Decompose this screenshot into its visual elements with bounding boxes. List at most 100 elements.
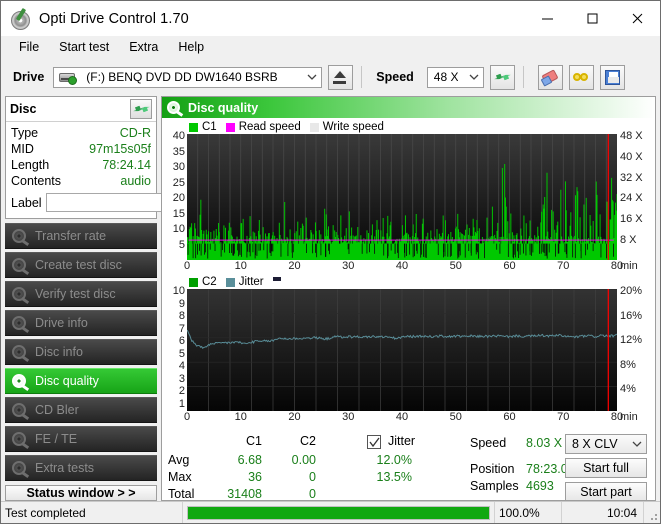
toolbar-divider-2 [522, 66, 524, 88]
stats-max-c2: 0 [309, 470, 316, 484]
c2-y2tick: 20% [620, 285, 643, 297]
window-title: Opti Drive Control 1.70 [39, 10, 189, 27]
refresh-button[interactable] [489, 64, 515, 90]
start-part-button[interactable]: Start part [565, 482, 647, 500]
x-tick-label: 60 [503, 260, 516, 272]
c1-chart-legend: C1 Read speed Write speed [164, 120, 653, 134]
sidebar-item-label: Disc quality [35, 374, 99, 388]
c1-plot-area[interactable] [187, 134, 617, 260]
settings-button[interactable] [568, 64, 594, 90]
samples-stat-label: Samples [470, 479, 519, 493]
panel-title: Disc quality [188, 100, 259, 115]
sidebar-item-verify-test-disc[interactable]: Verify test disc [5, 281, 157, 307]
resize-grip[interactable] [644, 502, 660, 523]
x-tick-label: 50 [449, 260, 462, 272]
refresh-icon [495, 70, 510, 85]
start-full-button[interactable]: Start full [565, 458, 647, 478]
sidebar-item-transfer-rate[interactable]: Transfer rate [5, 223, 157, 249]
sidebar-item-label: Transfer rate [35, 229, 107, 243]
x-tick-label: 20 [288, 260, 301, 272]
spectacles-icon [572, 70, 590, 85]
disc-panel: Disc Type CD-R MID 97m15s05f Length 78:2… [5, 96, 251, 219]
sidebar-item-disc-quality[interactable]: Disc quality [5, 368, 157, 394]
x-tick-label: 70 [557, 260, 570, 272]
c1-y-axis: 40 35 30 25 20 15 10 5 [164, 130, 187, 260]
x-tick-label: 50 [449, 411, 462, 423]
x-axis-unit: min [620, 411, 638, 423]
erase-button[interactable] [537, 64, 563, 90]
stats-col-header-c1: C1 [246, 434, 262, 448]
disc-properties: Type CD-R MID 97m15s05f Length 78:24.14 … [6, 122, 251, 218]
eraser-icon [540, 68, 559, 87]
c1-ytick: 10 [172, 223, 185, 235]
sidebar-item-label: Extra tests [35, 461, 95, 475]
sidebar-item-fe-te[interactable]: FE / TE [5, 426, 157, 452]
x-tick-label: 70 [557, 411, 570, 423]
disc-row-length-value: 78:24.14 [102, 158, 151, 172]
x-tick-label: 60 [503, 411, 516, 423]
x-tick-label: 30 [342, 411, 355, 423]
disc-icon [11, 228, 30, 246]
menu-start-test[interactable]: Start test [49, 38, 119, 56]
sidebar-item-cd-bler[interactable]: CD Bler [5, 397, 157, 423]
disc-label-row: Label [11, 192, 251, 213]
save-icon [604, 69, 620, 85]
stats-max-jitter: 13.5% [376, 470, 412, 484]
c1-ytick: 30 [172, 161, 185, 173]
speed-stat-value: 8.03 X [526, 436, 563, 450]
legend-label-read-speed: Read speed [238, 121, 301, 133]
maximize-button[interactable] [570, 1, 615, 36]
close-button[interactable] [615, 1, 660, 36]
menu-help[interactable]: Help [168, 38, 214, 56]
x-tick-label: 30 [342, 260, 355, 272]
c2-y2tick: 16% [620, 309, 643, 322]
c1-y2tick: 8 X [620, 233, 637, 246]
legend-swatch-jitter [225, 277, 235, 287]
status-window-button[interactable]: Status window > > [5, 485, 157, 501]
speed-stat-label: Speed [470, 436, 507, 450]
panel-header: Disc quality [162, 97, 655, 118]
stats-col-header-c2: C2 [300, 434, 316, 448]
disc-row-mid-value: 97m15s05f [89, 142, 151, 156]
legend-label-write-speed: Write speed [322, 121, 384, 133]
drive-select-value: (F:) BENQ DVD DD DW1640 BSRB [86, 70, 278, 84]
c2-ytick: 5 [178, 347, 185, 360]
sidebar-item-drive-info[interactable]: Drive info [5, 310, 157, 336]
sidebar-item-disc-info[interactable]: Disc info [5, 339, 157, 365]
disc-icon [11, 460, 30, 478]
c1-ytick: 15 [172, 207, 185, 220]
write-strategy-select[interactable]: 8 X CLV [565, 434, 647, 454]
disc-panel-header: Disc [6, 97, 156, 122]
c2-y2tick: 8% [620, 358, 636, 371]
toolbar-divider-1 [361, 66, 363, 88]
c1-y2-axis: 48 X 40 X 32 X 24 X 16 X 8 X [617, 130, 653, 260]
x-tick-label: 40 [395, 411, 409, 423]
speed-select[interactable]: 48 X [426, 66, 484, 88]
c1-ytick: 25 [172, 176, 185, 189]
stats-avg-jitter: 12.0% [376, 453, 412, 467]
speed-label: Speed [376, 70, 414, 84]
eject-button[interactable] [328, 64, 354, 90]
c2-y2tick: 4% [620, 383, 636, 395]
chevron-down-icon [465, 74, 483, 81]
drive-select[interactable]: (F:) BENQ DVD DD DW1640 BSRB [53, 66, 323, 88]
sidebar-item-create-test-disc[interactable]: Create test disc [5, 252, 157, 278]
sidebar-item-extra-tests[interactable]: Extra tests [5, 455, 157, 481]
menu-extra[interactable]: Extra [119, 38, 168, 56]
disc-refresh-button[interactable] [130, 99, 152, 119]
jitter-checkbox[interactable] [367, 435, 381, 449]
c2-ytick: 4 [178, 360, 185, 372]
speed-select-value: 48 X [433, 70, 459, 84]
minimize-button[interactable] [525, 1, 570, 36]
menu-file[interactable]: File [9, 38, 49, 56]
chevron-down-icon [303, 74, 321, 81]
save-button[interactable] [599, 64, 625, 90]
window-controls [525, 1, 660, 36]
c2-plot-area[interactable] [187, 289, 617, 411]
progress-bar [187, 505, 490, 520]
sidebar-item-label: FE / TE [35, 432, 78, 446]
c2-ytick: 2 [178, 385, 185, 397]
disc-row-length-key: Length [11, 158, 50, 172]
sidebar-item-label: Create test disc [35, 258, 122, 272]
c2-ytick: 6 [178, 335, 185, 347]
